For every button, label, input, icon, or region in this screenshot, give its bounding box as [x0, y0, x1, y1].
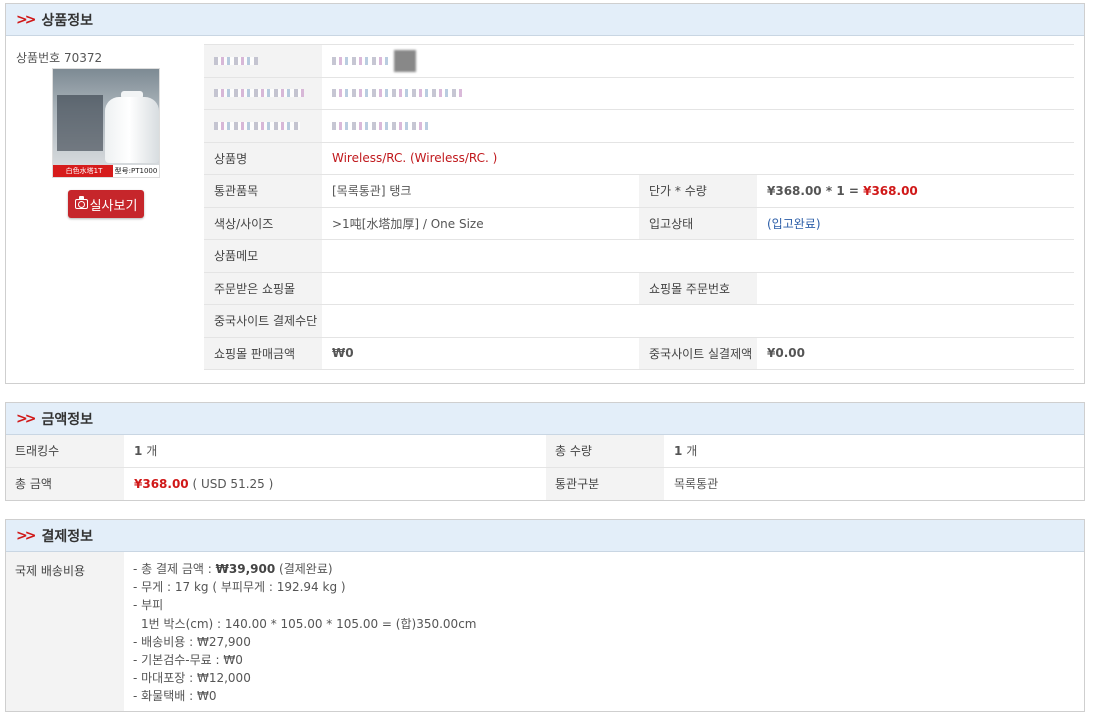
total-payment-prefix: - 총 결제 금액 :	[133, 562, 216, 576]
quantity: 1	[836, 183, 845, 198]
section-title: 금액정보	[41, 411, 93, 428]
intl-shipping-details: - 총 결제 금액 : ₩39,900 (결제완료) - 무게 : 17 kg …	[133, 560, 476, 706]
shipping-cost-line: - 배송비용 : ₩27,900	[133, 634, 251, 649]
intl-shipping-label: 국제 배송비용	[6, 552, 124, 711]
china-actual-payment-label: 중국사이트 실결제액	[639, 337, 757, 369]
tracking-row: 트래킹수 1 개 총 수량 1 개	[6, 435, 1084, 468]
total-payment-status: (결제완료)	[275, 562, 333, 576]
product-detail-table: 상품명 Wireless/RC. (Wireless/RC. ) 통관품목 [목…	[204, 44, 1074, 370]
total-payment-amount: ₩39,900	[215, 562, 276, 576]
amount-info-panel: >> 금액정보 트래킹수 1 개 총 수량 1 개 총 금액 ¥368.00 (…	[5, 402, 1085, 501]
color-size-value: >1吨[水塔加厚] / One Size	[332, 216, 484, 231]
customs-type-label: 통관구분	[546, 467, 664, 500]
ordered-mall-row: 주문받은 쇼핑몰 쇼핑몰 주문번호	[204, 272, 1074, 305]
camera-icon	[74, 196, 88, 209]
payment-method-value	[322, 305, 1074, 337]
redacted-label	[204, 110, 322, 142]
amount-info-header: >> 금액정보	[6, 403, 1084, 435]
weight-line: - 무게 : 17 kg ( 부피무게 : 192.94 kg )	[133, 580, 346, 595]
volume-line: - 부피	[133, 598, 164, 613]
photo-view-button[interactable]: 실사보기	[68, 190, 144, 218]
product-memo-row: 상품메모	[204, 240, 1074, 273]
product-image-area: 상품번호 70372 白色水塔1T 型号:PT1000 실사보기	[6, 36, 204, 383]
total-amount-cny: ¥368.00	[134, 476, 189, 491]
box-dimension-line: 1번 박스(cm) : 140.00 * 105.00 * 105.00 = (…	[141, 616, 477, 631]
warehouse-status-label: 입고상태	[639, 207, 757, 239]
section-title: 상품정보	[41, 12, 93, 29]
tracking-unit: 개	[146, 444, 158, 459]
total-qty-value: 1 개	[664, 435, 1084, 467]
double-chevron-right-icon: >>	[16, 527, 37, 544]
ordered-mall-value	[322, 273, 639, 305]
mall-order-number-value	[757, 273, 1074, 305]
product-info-panel: >> 상품정보 상품번호 70372 白色水塔1T 型号:PT1000 실사보기	[5, 3, 1085, 384]
sack-packing-line: - 마대포장 : ₩12,000	[133, 671, 251, 686]
total-qty-count: 1	[674, 443, 683, 458]
unit-price: ¥368.00	[767, 183, 822, 198]
double-chevron-right-icon: >>	[16, 410, 37, 427]
freight-delivery-line: - 화물택배 : ₩0	[133, 689, 217, 704]
payment-info-panel: >> 결제정보 국제 배송비용 - 총 결제 금액 : ₩39,900 (결제완…	[5, 519, 1085, 712]
redacted-value	[322, 45, 1074, 77]
double-chevron-right-icon: >>	[16, 11, 37, 28]
customs-type-value: 목록통관	[674, 477, 719, 492]
product-info-header: >> 상품정보	[6, 4, 1084, 36]
tracking-count: 1	[134, 443, 143, 458]
total-qty-label: 총 수량	[546, 435, 664, 467]
tracking-value: 1 개	[124, 435, 546, 467]
redacted-row	[204, 45, 1074, 78]
product-memo-label: 상품메모	[204, 240, 322, 272]
mall-sale-amount-value: ₩0	[332, 346, 354, 361]
unit-price-qty-value: ¥368.00 * 1 = ¥368.00	[757, 175, 1074, 207]
image-label-left: 白色水塔1T	[53, 165, 115, 177]
tracking-label: 트래킹수	[6, 435, 124, 467]
mall-order-number-label: 쇼핑몰 주문번호	[639, 272, 757, 304]
customs-item-row: 통관품목 [목록통관] 탱크 단가 * 수량 ¥368.00 * 1 = ¥36…	[204, 175, 1074, 208]
customs-item-value: [목록통관] 탱크	[332, 184, 412, 199]
water-tank	[105, 97, 159, 163]
spec-overlay	[57, 95, 103, 151]
line-total: ¥368.00	[863, 183, 918, 198]
total-amount-label: 총 금액	[6, 467, 124, 500]
total-amount-value: ¥368.00 ( USD 51.25 )	[124, 468, 546, 501]
sale-amount-row: 쇼핑몰 판매금액 ₩0 중국사이트 실결제액 ¥0.00	[204, 337, 1074, 370]
payment-info-header: >> 결제정보	[6, 520, 1084, 552]
ordered-mall-label: 주문받은 쇼핑몰	[204, 272, 322, 304]
china-actual-payment-value: ¥0.00	[767, 346, 805, 361]
redacted-value	[322, 110, 1074, 142]
redacted-value	[322, 78, 1074, 110]
unit-price-qty-label: 단가 * 수량	[639, 175, 757, 207]
product-name-row: 상품명 Wireless/RC. (Wireless/RC. )	[204, 142, 1074, 175]
customs-item-label: 통관품목	[204, 175, 322, 207]
inspection-cost-line: - 기본검수-무료 : ₩0	[133, 653, 243, 668]
color-size-row: 색상/사이즈 >1吨[水塔加厚] / One Size 입고상태 (입고완료)	[204, 207, 1074, 240]
product-name-label: 상품명	[204, 142, 322, 174]
redacted-label	[204, 77, 322, 109]
photo-view-button-label: 실사보기	[89, 197, 138, 213]
total-amount-usd: ( USD 51.25 )	[192, 476, 274, 491]
total-payment-line: - 총 결제 금액 : ₩39,900 (결제완료)	[133, 560, 476, 578]
mall-sale-amount-label: 쇼핑몰 판매금액	[204, 337, 322, 369]
section-title: 결제정보	[41, 528, 93, 545]
redacted-row	[204, 77, 1074, 110]
color-size-label: 색상/사이즈	[204, 207, 322, 239]
product-name-value[interactable]: Wireless/RC. (Wireless/RC. )	[322, 143, 1074, 175]
product-memo-value	[322, 240, 1074, 272]
payment-method-row: 중국사이트 결제수단	[204, 305, 1074, 338]
product-thumbnail[interactable]: 白色水塔1T 型号:PT1000	[52, 68, 160, 178]
redacted-label	[204, 45, 322, 77]
warehouse-status-value[interactable]: (입고완료)	[757, 208, 1074, 240]
payment-method-label: 중국사이트 결제수단	[204, 305, 322, 337]
image-label-right: 型号:PT1000	[113, 165, 159, 177]
times-sign: *	[825, 183, 833, 198]
product-number: 상품번호 70372	[16, 51, 103, 65]
redacted-row	[204, 110, 1074, 143]
total-qty-unit: 개	[686, 444, 698, 459]
equals-sign: =	[848, 183, 859, 198]
total-amount-row: 총 금액 ¥368.00 ( USD 51.25 ) 통관구분 목록통관	[6, 467, 1084, 501]
